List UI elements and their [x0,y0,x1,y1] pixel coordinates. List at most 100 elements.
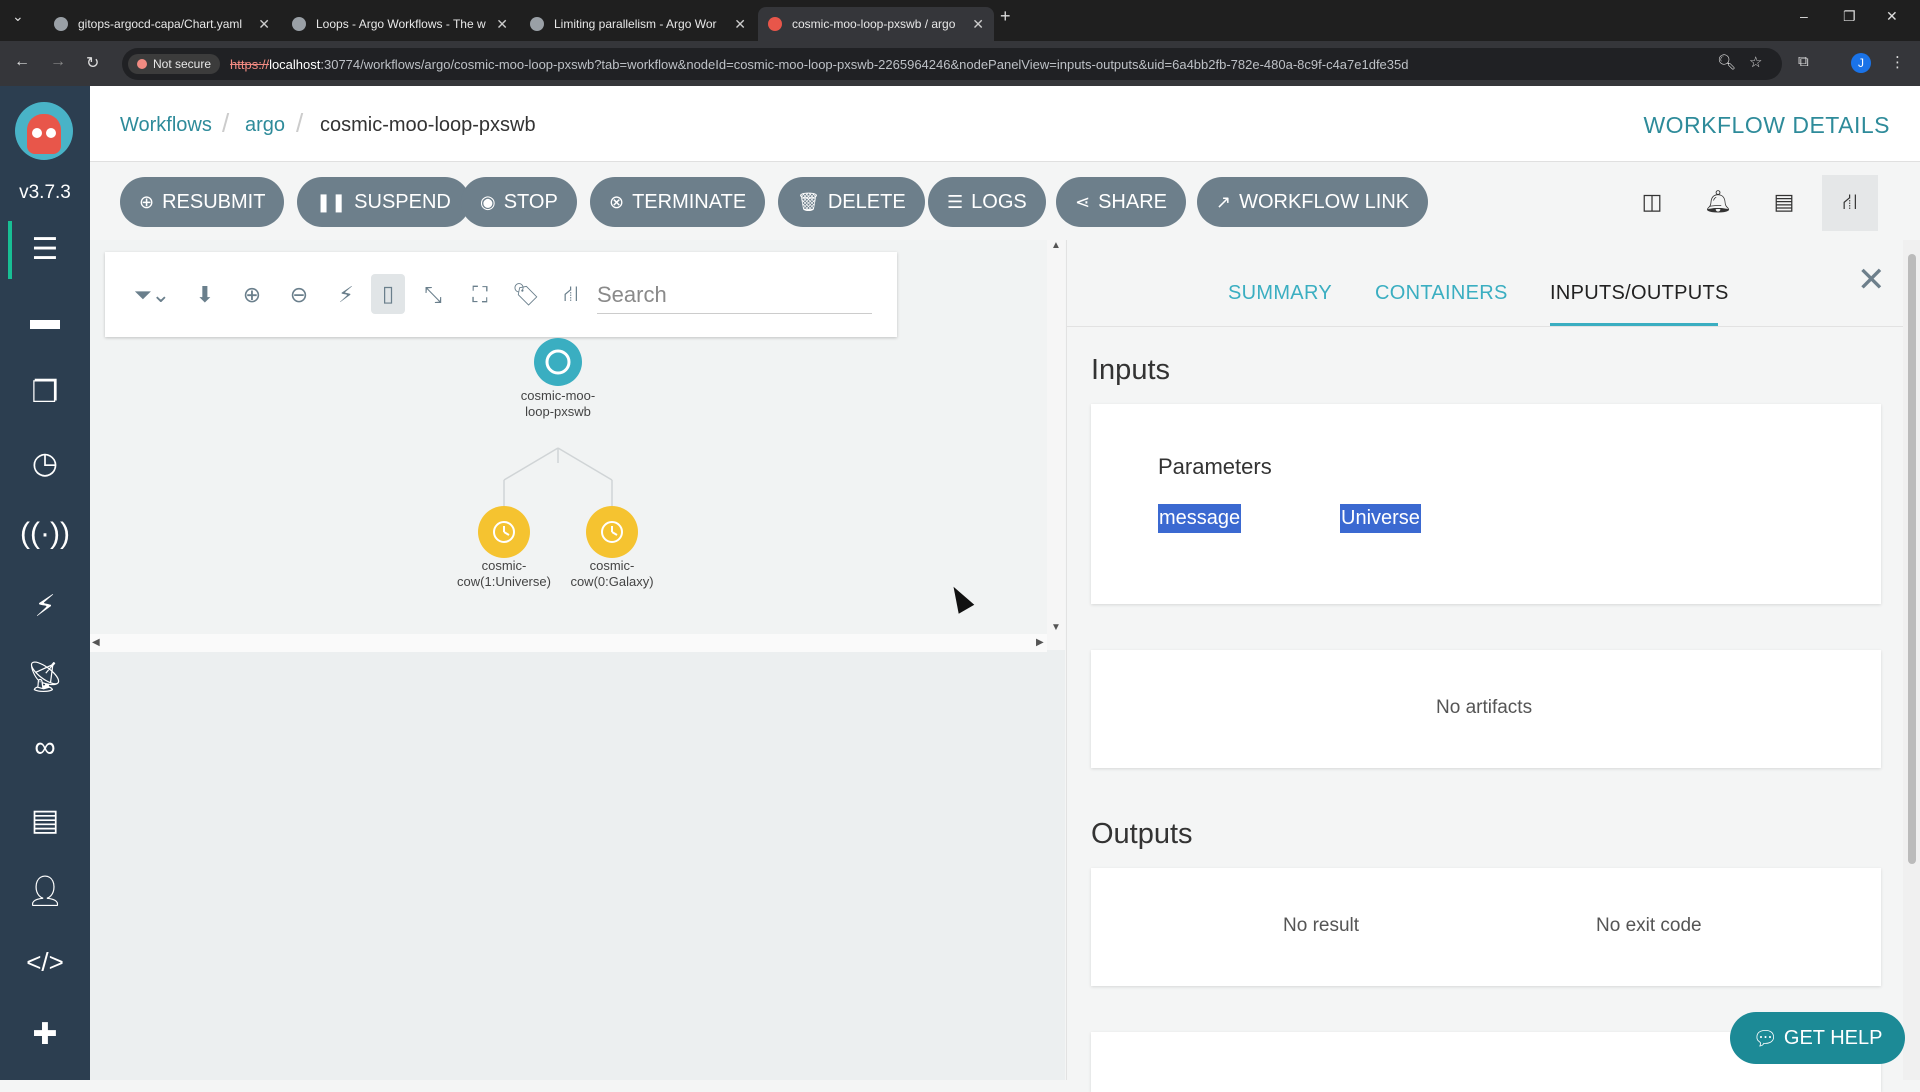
logs-button[interactable]: ☰ LOGS [928,177,1046,227]
node-label-line: cosmic- [589,558,635,573]
breadcrumb-namespace[interactable]: argo [245,114,285,137]
scrollbar-thumb[interactable] [1908,254,1916,864]
satellite-icon[interactable]: 📡︎ [20,655,70,699]
bookmark-star-icon[interactable]: ☆ [1749,53,1762,71]
browser-tab[interactable]: gitops-argocd-capa/Chart.yaml ✕ [44,7,280,41]
bolt-icon[interactable]: ⚡︎ [20,584,70,628]
workflow-link-label: WORKFLOW LINK [1239,190,1410,213]
split-view-icon[interactable]: ◫ [1634,184,1670,220]
action-toolbar: ⊕ RESUBMIT ❚❚ SUSPEND ◉ STOP ⊗ TERMINATE 🗑︎ D… [90,162,1920,240]
terminate-label: TERMINATE [632,190,747,213]
forward-icon[interactable]: → [50,53,66,71]
reload-icon[interactable]: ↻ [86,53,99,73]
delete-button[interactable]: 🗑︎ DELETE [778,177,925,227]
get-help-label: GET HELP [1783,1026,1883,1049]
zoom-icon[interactable]: 🔍︎ [1717,53,1736,71]
graph-view-icon[interactable]: ⛙ [1822,175,1878,231]
logs-label: LOGS [971,190,1027,213]
address-bar-row: ← → ↻ Not secure https://localhost:30774… [0,41,1920,86]
parameter-value: Universe [1340,504,1421,533]
resubmit-button[interactable]: ⊕ RESUBMIT [120,177,285,227]
breadcrumb-workflows[interactable]: Workflows [120,114,212,137]
argo-logo[interactable] [15,102,73,160]
browser-tab-active[interactable]: cosmic-moo-loop-pxswb / argo ✕ [758,7,994,41]
tab-summary[interactable]: SUMMARY [1228,282,1332,305]
list-view-icon[interactable]: ▤ [1766,184,1802,220]
close-panel-icon[interactable]: ✕ [1857,260,1886,300]
link-icon[interactable]: ∞ [20,726,70,770]
browser-tab[interactable]: Loops - Argo Workflows - The w ✕ [282,7,518,41]
page-title: WORKFLOW DETAILS [1643,112,1890,138]
root-node-running[interactable] [534,338,582,386]
node-label-line: cow(1:Universe) [457,574,551,589]
suspend-label: SUSPEND [354,190,451,213]
reports-icon[interactable]: ▤ [20,798,70,842]
graph-canvas: ⏷⌄ ⬇ ⊕ ⊖ ⚡︎ ▯ ⤡ ⛶ 🏷︎ ⛙ Search cosmic-moo… [90,240,1047,650]
terminate-button[interactable]: ⊗ TERMINATE [590,177,766,227]
tab-close-icon[interactable]: ✕ [734,16,746,33]
warning-icon [137,59,147,69]
breadcrumb-separator: / [222,108,230,138]
get-help-button[interactable]: 💬︎ GET HELP [1730,1012,1905,1064]
tab-search-icon[interactable]: ⌄ [12,8,24,25]
tab-inputs-outputs[interactable]: INPUTS/OUTPUTS [1550,282,1729,305]
share-button[interactable]: ⋖ SHARE [1056,177,1186,227]
restore-icon[interactable]: ❐ [1843,8,1856,25]
details-scrollbar[interactable] [1903,240,1920,1080]
security-badge[interactable]: Not secure [128,54,221,74]
suspend-button[interactable]: ❚❚ SUSPEND [297,177,470,227]
top-bar: Workflows / argo / cosmic-moo-loop-pxswb… [90,86,1920,162]
plugin-icon[interactable]: ✚ [20,1012,70,1056]
no-artifacts-text: No artifacts [1436,697,1533,718]
resubmit-label: RESUBMIT [162,190,266,213]
clock-icon[interactable]: ◷ [20,441,70,485]
child-node-label: cosmic- cow(1:Universe) [444,558,564,590]
graph-horizontal-scrollbar[interactable]: ◀ ▶ [90,634,1047,652]
code-icon[interactable]: </> [20,940,70,984]
times-circle-icon: ⊗ [609,191,625,212]
tab-close-icon[interactable]: ✕ [258,16,270,33]
logo-octopus [27,114,61,154]
child-node-label: cosmic- cow(0:Galaxy) [552,558,672,590]
scroll-up-arrow-icon[interactable]: ▲ [1051,240,1061,251]
stop-label: STOP [503,190,558,213]
no-result-text: No result [1283,915,1360,936]
github-favicon-icon [54,17,68,31]
url-host: localhost [269,56,321,72]
tab-close-icon[interactable]: ✕ [972,16,984,33]
breadcrumb-separator: / [296,108,304,138]
child-node-pending[interactable] [586,506,638,558]
user-icon[interactable]: 👤︎ [20,869,70,913]
bars-icon: ☰ [947,191,964,212]
templates-icon[interactable]: ❐ [20,370,70,414]
new-tab-icon[interactable]: + [1000,6,1011,27]
profile-avatar[interactable]: J [1851,53,1871,73]
no-exit-code-text: No exit code [1596,915,1702,936]
argo-favicon-icon [768,17,782,31]
version-label: v3.7.3 [19,182,71,203]
browser-tab[interactable]: Limiting parallelism - Argo Wor ✕ [520,7,756,41]
workflow-icon[interactable]: ▬ [20,298,70,342]
comment-icon: 💬︎ [1752,1027,1778,1050]
stop-button[interactable]: ◉ STOP [461,177,577,227]
url-bar[interactable]: Not secure https://localhost:30774/workf… [122,48,1782,80]
tab-containers[interactable]: CONTAINERS [1375,282,1508,305]
extensions-icon[interactable]: ⧉ [1798,53,1809,70]
scroll-right-arrow-icon[interactable]: ▶ [1036,637,1044,648]
inputs-heading: Inputs [1091,354,1170,386]
scroll-left-arrow-icon[interactable]: ◀ [92,637,100,648]
scroll-down-arrow-icon[interactable]: ▼ [1051,622,1061,633]
tab-close-icon[interactable]: ✕ [496,16,508,33]
back-icon[interactable]: ← [14,53,30,71]
node-label-line: cosmic-moo- [520,388,596,403]
menu-icon[interactable]: ☰ [20,227,70,271]
bell-icon[interactable]: 🔔︎ [1700,184,1736,220]
minimize-icon[interactable]: – [1800,8,1808,24]
window-close-icon[interactable]: ✕ [1886,8,1898,25]
workflow-link-button[interactable]: ↗ WORKFLOW LINK [1197,177,1429,227]
event-source-icon[interactable]: ((·)) [20,512,70,556]
child-node-pending[interactable] [478,506,530,558]
browser-menu-icon[interactable]: ⋮ [1890,53,1905,71]
graph-vertical-scrollbar[interactable]: ▲ ▼ [1047,240,1065,650]
artifacts-card: No artifacts [1091,650,1881,768]
